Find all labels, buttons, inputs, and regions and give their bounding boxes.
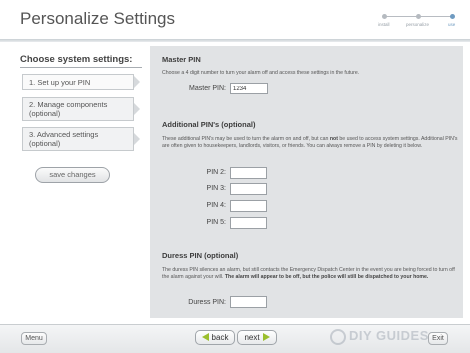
sidebar-item-label: 3. Advanced settings (optional): [29, 130, 99, 148]
sidebar-item-label: 2. Manage components (optional): [29, 100, 108, 118]
back-button[interactable]: back: [195, 330, 235, 345]
menu-button[interactable]: Menu: [21, 332, 47, 345]
step-label-use: use: [448, 22, 456, 27]
additional-pins-text-emphasis: not: [329, 136, 338, 142]
additional-pins-text-a: These additional PIN's may be used to tu…: [162, 136, 330, 142]
back-button-label: back: [211, 333, 229, 342]
save-changes-button[interactable]: save changes: [35, 167, 110, 183]
master-pin-heading: Master PIN: [162, 55, 201, 64]
step-label-personalize: personalize: [406, 22, 430, 27]
step-label-install: install: [378, 22, 390, 27]
sidebar-item-manage-components[interactable]: 2. Manage components (optional): [22, 97, 140, 121]
pin-4-input[interactable]: [230, 200, 267, 212]
footer-bar: Menu back next DIY GUIDES Exit: [0, 324, 470, 353]
exit-button[interactable]: Exit: [428, 332, 448, 345]
header: Personalize Settings install personalize…: [0, 0, 470, 44]
sidebar: Choose system settings: 1. Set up your P…: [0, 44, 150, 320]
watermark-logo-icon: [330, 328, 346, 345]
sidebar-item-advanced-settings[interactable]: 3. Advanced settings (optional): [22, 127, 140, 151]
progress-stepper: install personalize use: [378, 14, 458, 34]
duress-pin-input[interactable]: [230, 296, 267, 308]
next-button-label: next: [244, 333, 260, 342]
pin-2-input[interactable]: [230, 167, 267, 179]
step-dot-use: [450, 14, 455, 19]
watermark-text: DIY GUIDES: [349, 328, 429, 343]
watermark: DIY GUIDES: [330, 328, 470, 352]
pin-3-input[interactable]: [230, 183, 267, 195]
pin-3-label: PIN 3:: [206, 185, 226, 192]
duress-pin-label: Duress PIN:: [188, 299, 226, 306]
master-pin-description: Choose a 4 digit number to turn your ala…: [162, 70, 360, 76]
next-arrow-icon: [262, 332, 270, 341]
step-dot-install: [382, 14, 387, 19]
pin-2-label: PIN 2:: [206, 169, 226, 176]
pin-4-label: PIN 4:: [206, 202, 226, 209]
pin-5-input[interactable]: [230, 217, 267, 229]
step-dot-personalize: [416, 14, 421, 19]
additional-pins-description: These additional PIN's may be used to tu…: [162, 136, 458, 150]
duress-pin-heading: Duress PIN (optional): [162, 251, 239, 260]
duress-pin-text-emphasis: The alarm will appear to be off, but the…: [224, 274, 429, 280]
settings-panel: Master PIN Choose a 4 digit number to tu…: [150, 46, 463, 318]
sidebar-heading: Choose system settings:: [20, 54, 133, 65]
duress-pin-description: The duress PIN silences an alarm, but st…: [162, 267, 458, 281]
master-pin-label: Master PIN:: [189, 85, 226, 92]
page-title: Personalize Settings: [20, 9, 175, 28]
sidebar-item-label: 1. Set up your PIN: [29, 78, 91, 87]
sidebar-item-set-up-pin[interactable]: 1. Set up your PIN: [22, 74, 140, 90]
master-pin-input[interactable]: [230, 83, 268, 94]
additional-pins-heading: Additional PIN's (optional): [162, 120, 256, 129]
next-button[interactable]: next: [237, 330, 277, 345]
header-divider: [0, 39, 470, 42]
sidebar-divider: [20, 67, 142, 68]
pin-5-label: PIN 5:: [206, 219, 226, 226]
back-arrow-icon: [201, 332, 209, 341]
